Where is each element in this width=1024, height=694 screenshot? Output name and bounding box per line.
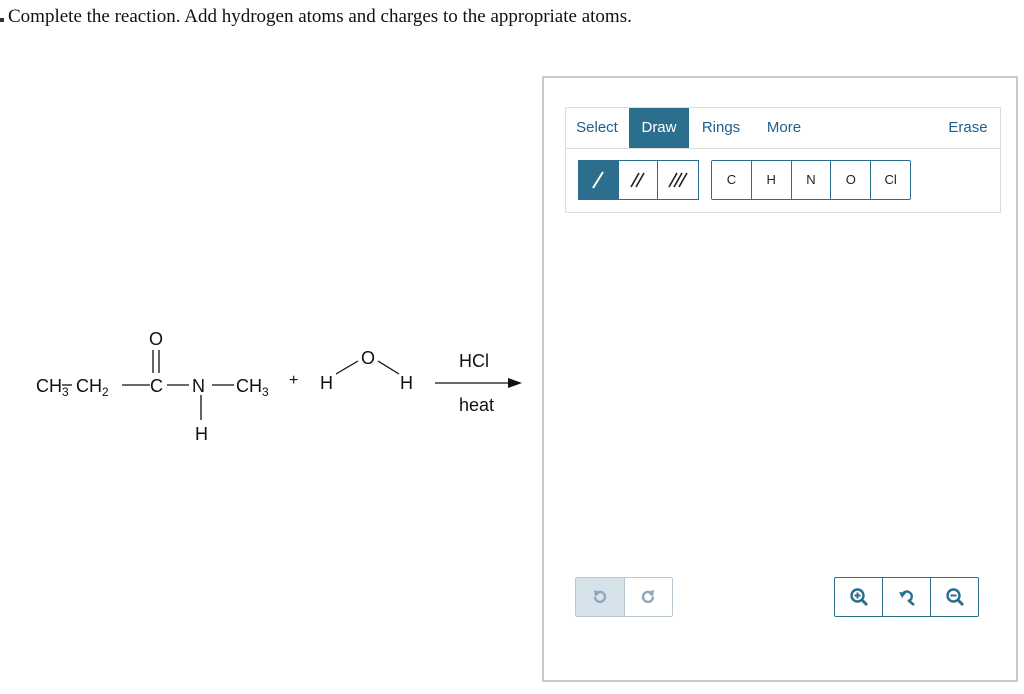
amide-hydrogen: H xyxy=(195,424,208,444)
bond-tools xyxy=(578,160,699,200)
triple-bond-button[interactable] xyxy=(658,161,698,199)
atom-button-o[interactable]: O xyxy=(831,161,872,199)
single-bond-button[interactable] xyxy=(579,161,619,199)
reset-zoom-icon xyxy=(898,590,915,606)
zoom-in-icon xyxy=(849,588,868,607)
double-bond-icon xyxy=(630,172,645,188)
reagent-label: HCl xyxy=(459,351,489,371)
atom-button-cl[interactable]: Cl xyxy=(871,161,910,199)
bond-h-o-left xyxy=(335,360,359,375)
reaction-arrowhead xyxy=(508,378,522,388)
tab-rings[interactable]: Rings xyxy=(692,108,750,148)
erase-button[interactable]: Erase xyxy=(938,108,998,148)
triple-bond-icon xyxy=(668,172,688,188)
ch3-group-1: CH3 xyxy=(36,376,69,399)
atom-button-n[interactable]: N xyxy=(792,161,832,199)
editor-tabs: Select Draw Rings More Erase xyxy=(566,108,1000,149)
water-oxygen: O xyxy=(361,348,376,368)
ch2-group: CH2 xyxy=(76,376,109,399)
tab-select[interactable]: Select xyxy=(566,108,628,148)
history-tools xyxy=(575,577,673,617)
zoom-out-icon xyxy=(945,588,964,607)
zoom-out-button[interactable] xyxy=(931,578,978,616)
carbonyl-oxygen: O xyxy=(149,329,164,349)
carbonyl-carbon: C xyxy=(150,376,163,396)
redo-icon xyxy=(642,590,655,604)
single-bond-icon xyxy=(592,171,605,189)
tab-draw[interactable]: Draw xyxy=(629,108,689,148)
water-hydrogen-left: H xyxy=(320,373,333,393)
amide-nitrogen: N xyxy=(192,376,205,396)
condition-label: heat xyxy=(459,395,495,415)
atom-button-h[interactable]: H xyxy=(752,161,792,199)
atom-button-c[interactable]: C xyxy=(712,161,752,199)
atom-tools: C H N O Cl xyxy=(711,160,911,200)
reset-zoom-button[interactable] xyxy=(883,578,931,616)
zoom-tools xyxy=(834,577,979,617)
water-hydrogen-right: H xyxy=(400,373,413,393)
zoom-in-button[interactable] xyxy=(835,578,883,616)
double-bond-button[interactable] xyxy=(619,161,659,199)
bond-o-h-right xyxy=(377,360,400,375)
molecule-editor[interactable]: Select Draw Rings More Erase C H N O Cl xyxy=(542,76,1018,682)
tab-more[interactable]: More xyxy=(755,108,813,148)
editor-toolbar: Select Draw Rings More Erase C H N O Cl xyxy=(565,107,1001,213)
plus-sign: + xyxy=(289,372,299,389)
undo-button[interactable] xyxy=(576,578,625,616)
ch3-group-2: CH3 xyxy=(236,376,269,399)
undo-icon xyxy=(593,590,606,604)
redo-button[interactable] xyxy=(625,578,673,616)
